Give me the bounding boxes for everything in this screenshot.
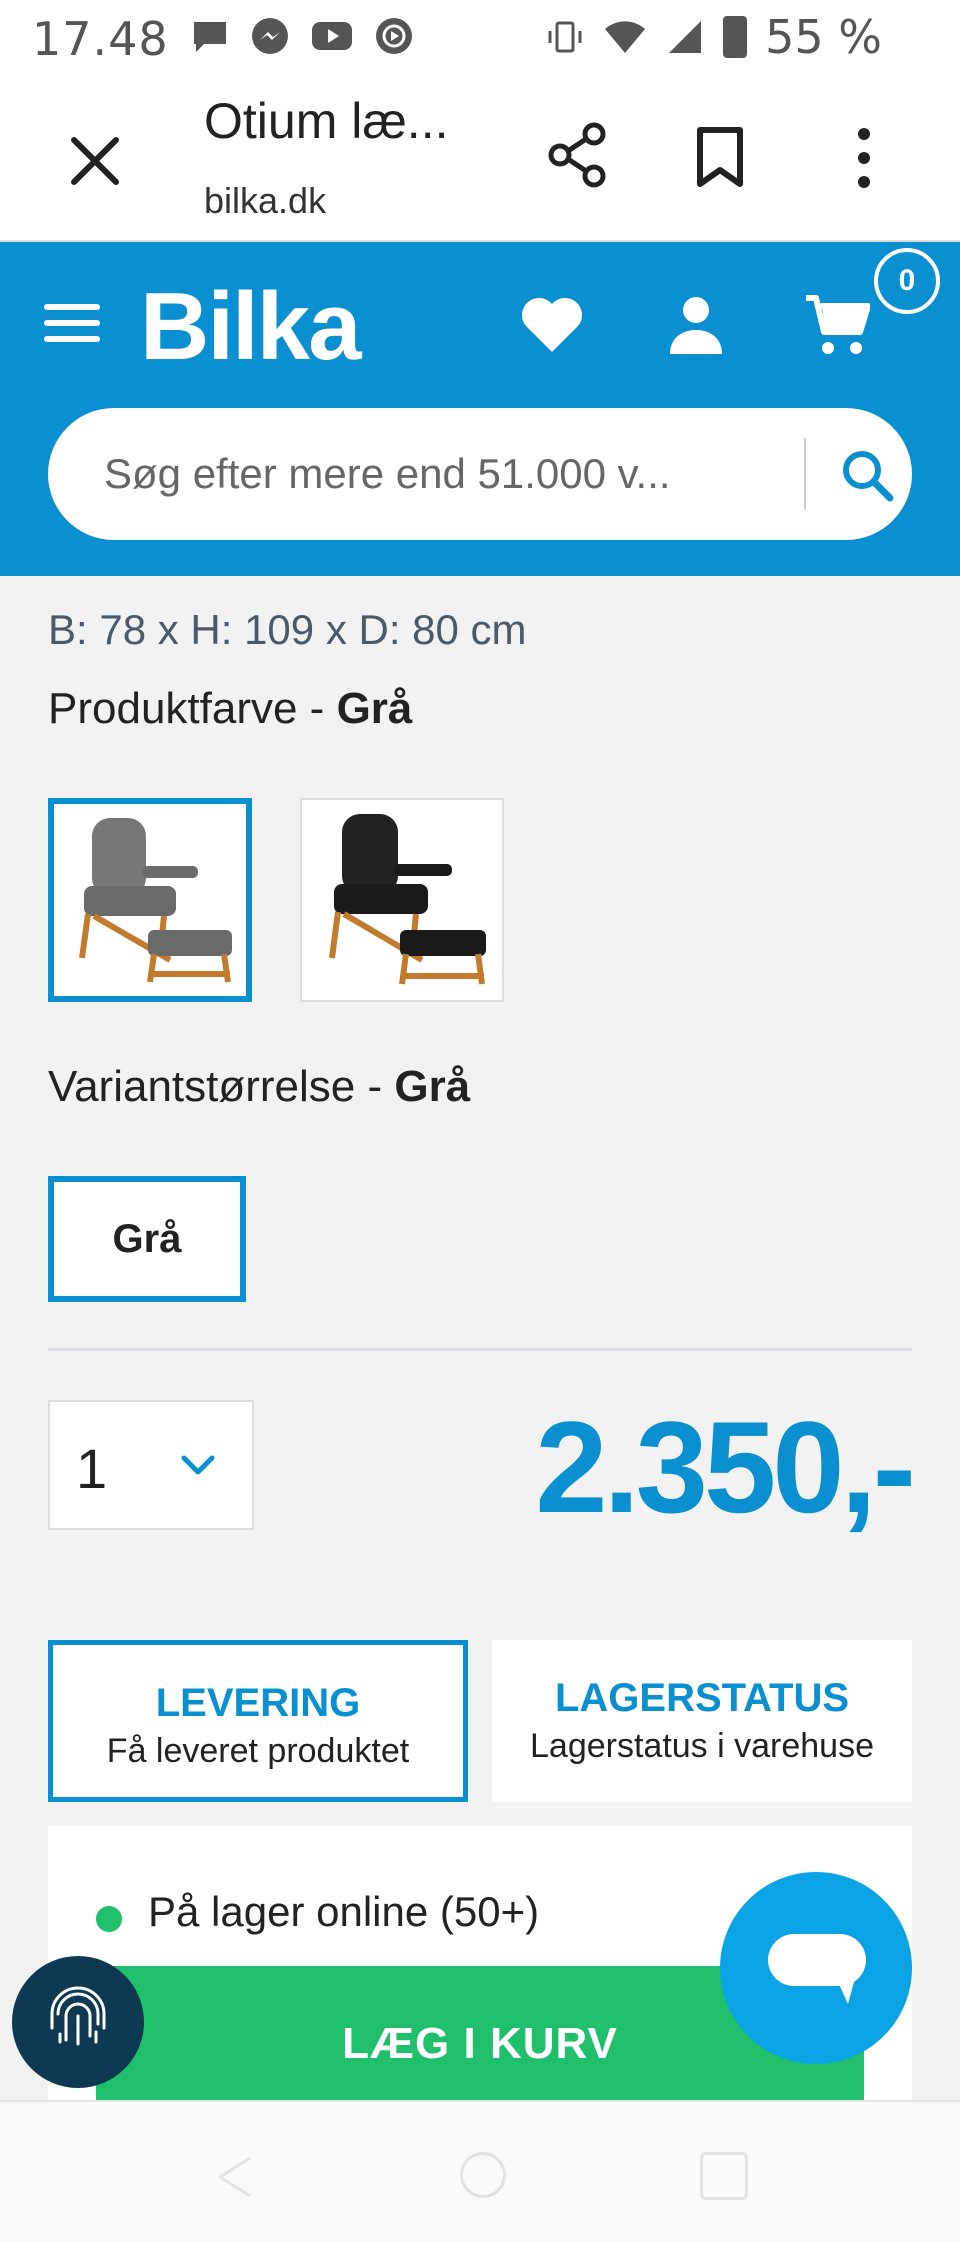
size-label: Variantstørrelse - Grå — [48, 1062, 470, 1112]
size-value: Grå — [394, 1062, 471, 1111]
page: 17.48 55 % Otium læ... bilka.dk Bilka 0 — [0, 0, 960, 2242]
tab-levering-title: LEVERING — [155, 1681, 361, 1725]
chevron-down-icon — [181, 1455, 215, 1475]
quantity-select[interactable]: 1 — [48, 1400, 254, 1530]
search-input[interactable] — [104, 438, 794, 510]
battery-icon — [723, 16, 748, 58]
menu-icon[interactable] — [44, 304, 100, 348]
status-bar: 17.48 55 % — [0, 0, 960, 78]
tab-levering-subtitle: Få leveret produktet — [106, 1732, 410, 1770]
chair-black-image — [329, 814, 486, 985]
color-swatch-black[interactable] — [300, 798, 504, 1002]
system-navigation-bar — [0, 2100, 960, 2242]
chat-icon — [768, 1934, 866, 2004]
product-price: 2.350,- — [535, 1394, 916, 1540]
home-icon[interactable] — [460, 2152, 506, 2198]
heart-icon[interactable] — [520, 294, 584, 354]
fingerprint-icon — [50, 1986, 106, 2046]
color-label: Produktfarve - Grå — [48, 684, 412, 734]
search-bar — [48, 408, 912, 540]
status-time: 17.48 — [32, 12, 169, 66]
search-divider — [804, 438, 806, 510]
vibrate-icon — [548, 21, 582, 53]
more-vert-icon[interactable] — [852, 126, 876, 190]
quantity-value: 1 — [76, 1437, 108, 1500]
recent-apps-icon[interactable] — [700, 2152, 748, 2200]
stock-status-dot — [96, 1906, 122, 1932]
signal-icon — [669, 21, 702, 53]
size-option-button[interactable]: Grå — [48, 1176, 246, 1302]
chair-grey-image — [79, 818, 232, 983]
notification-icons — [190, 16, 414, 56]
page-url: bilka.dk — [204, 180, 327, 221]
divider — [48, 1348, 912, 1351]
browser-toolbar: Otium læ... bilka.dk — [0, 78, 960, 242]
tab-lagerstatus-subtitle: Lagerstatus i varehuse — [530, 1727, 874, 1765]
tab-lagerstatus-title: LAGERSTATUS — [554, 1676, 850, 1720]
messenger-icon — [252, 18, 288, 54]
system-icons: 55 % — [545, 10, 882, 64]
size-label-text: Variantstørrelse - — [48, 1062, 395, 1111]
close-icon[interactable] — [66, 132, 124, 190]
wifi-icon — [605, 21, 646, 53]
tab-lagerstatus[interactable]: LAGERSTATUS Lagerstatus i varehuse — [492, 1640, 912, 1802]
product-dimensions: B: 78 x H: 109 x D: 80 cm — [48, 606, 527, 653]
share-icon[interactable] — [546, 122, 608, 188]
youtube-music-icon — [376, 18, 412, 54]
cart-count-badge[interactable]: 0 — [874, 248, 940, 314]
search-icon[interactable] — [838, 446, 896, 504]
youtube-icon — [312, 22, 352, 50]
tab-levering[interactable]: LEVERING Få leveret produktet — [48, 1640, 468, 1802]
fingerprint-button[interactable] — [12, 1956, 144, 2088]
stock-status-text: På lager online (50+) — [148, 1888, 540, 1935]
cart-icon[interactable] — [804, 294, 870, 356]
message-icon — [194, 22, 226, 52]
site-header: Bilka 0 — [0, 242, 960, 576]
chat-button[interactable] — [720, 1872, 912, 2064]
back-icon[interactable] — [210, 2152, 260, 2202]
logo[interactable]: Bilka — [140, 272, 361, 382]
color-label-text: Produktfarve - — [48, 684, 337, 733]
color-value: Grå — [336, 684, 413, 733]
bookmark-icon[interactable] — [694, 126, 746, 188]
user-icon[interactable] — [668, 294, 724, 356]
page-title: Otium læ... — [204, 93, 449, 149]
color-swatch-grey[interactable] — [48, 798, 252, 1002]
battery-percent: 55 % — [765, 10, 882, 64]
